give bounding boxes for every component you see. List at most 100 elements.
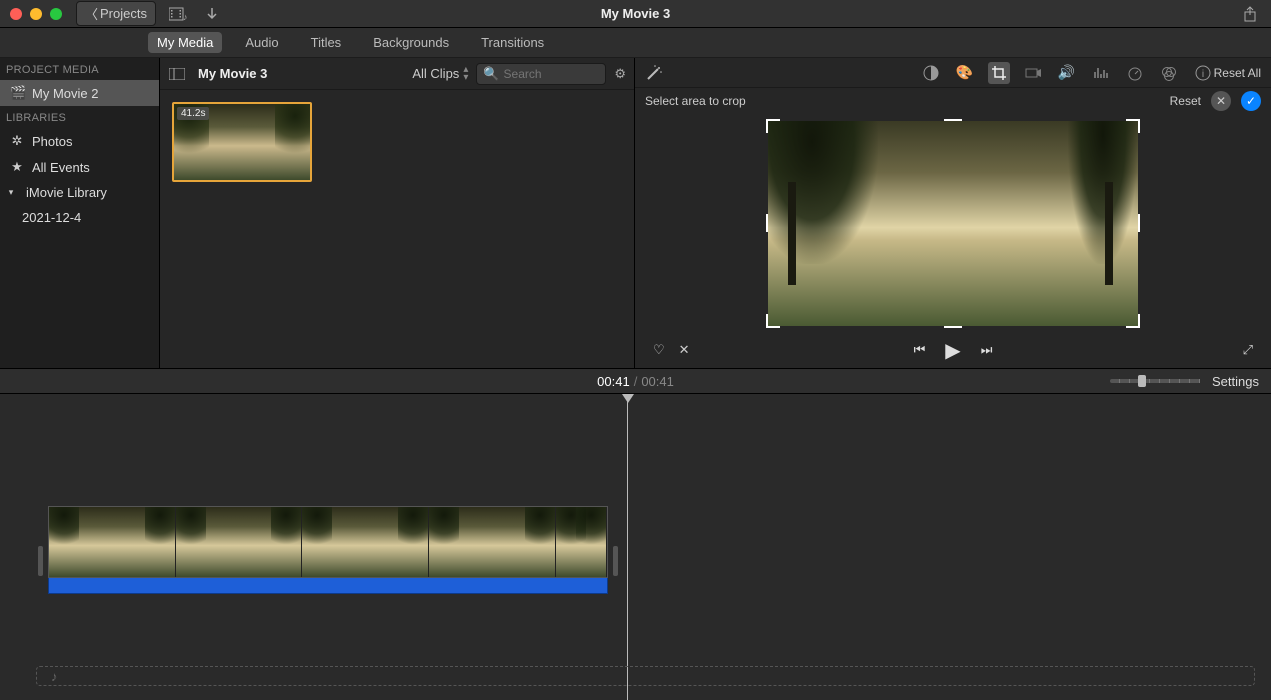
sidebar-header-project-media: PROJECT MEDIA: [0, 58, 159, 80]
browser-settings-button[interactable]: ⚙: [614, 66, 626, 82]
prev-frame-button[interactable]: ⏮: [914, 342, 926, 358]
back-to-projects-button[interactable]: 〈 Projects: [76, 1, 156, 26]
viewer-stage[interactable]: [635, 114, 1271, 332]
crop-handle-bottom[interactable]: [944, 326, 962, 328]
crop-handle-top[interactable]: [944, 119, 962, 121]
clip-thumbnail[interactable]: 41.2s: [172, 102, 312, 182]
sidebar-item-photos[interactable]: ✲ Photos: [0, 128, 159, 154]
total-duration: 00:41: [641, 374, 674, 389]
tab-transitions[interactable]: Transitions: [472, 32, 553, 53]
current-time: 00:41: [597, 374, 630, 389]
reset-all-button[interactable]: Reset All: [1214, 66, 1261, 80]
tab-titles[interactable]: Titles: [302, 32, 351, 53]
chevron-left-icon: 〈: [85, 4, 98, 23]
sidebar-item-label: 2021-12-4: [22, 210, 81, 225]
play-button[interactable]: ▶: [945, 338, 960, 363]
crop-handle-left[interactable]: [766, 214, 768, 232]
adjustment-buttons: 🎨 🔊 i: [920, 62, 1214, 84]
timeline[interactable]: ♪: [0, 394, 1271, 700]
sidebar-item-library[interactable]: ▾ iMovie Library: [0, 180, 159, 205]
title-bar: 〈 Projects ♪ My Movie 3: [0, 0, 1271, 28]
fullscreen-button[interactable]: ⤢: [1243, 342, 1253, 357]
favorite-button[interactable]: ♡: [653, 342, 665, 358]
viewer-panel: 🎨 🔊 i Reset All Select area to crop Rese…: [635, 58, 1271, 368]
filter-label: All Clips: [412, 66, 459, 81]
sidebar-item-event[interactable]: 2021-12-4: [0, 205, 159, 230]
zoom-knob[interactable]: [1138, 375, 1146, 387]
next-frame-button[interactable]: ⏭: [981, 342, 993, 358]
flower-icon: ✲: [10, 133, 24, 149]
apply-crop-button[interactable]: ✓: [1241, 91, 1261, 111]
sidebar-item-label: My Movie 2: [32, 86, 98, 101]
minimize-window-button[interactable]: [30, 8, 42, 20]
library-sidebar: PROJECT MEDIA 🎬 My Movie 2 LIBRARIES ✲ P…: [0, 58, 160, 368]
color-correction-button[interactable]: 🎨: [954, 62, 976, 84]
sidebar-item-label: All Events: [32, 160, 90, 175]
updown-icon: ▴▾: [463, 66, 468, 82]
filters-button[interactable]: [1158, 62, 1180, 84]
tab-audio[interactable]: Audio: [236, 32, 287, 53]
crop-handle-right[interactable]: [1138, 214, 1140, 232]
clip-trim-right[interactable]: [613, 546, 618, 576]
sidebar-header-libraries: LIBRARIES: [0, 106, 159, 128]
preview-frame[interactable]: [768, 121, 1138, 326]
speed-button[interactable]: [1124, 62, 1146, 84]
search-icon: 🔍: [483, 66, 499, 82]
download-arrow-icon[interactable]: [200, 4, 224, 24]
cancel-crop-button[interactable]: ✕: [1211, 91, 1231, 111]
transport-controls: ♡ ✕ ⏮ ▶ ⏭ ⤢: [635, 332, 1271, 368]
clip-audio-band[interactable]: [48, 578, 608, 594]
timeline-zoom-slider[interactable]: [1110, 379, 1200, 383]
browser-title: My Movie 3: [198, 66, 267, 81]
sidebar-item-label: Photos: [32, 134, 72, 149]
back-label: Projects: [100, 6, 147, 21]
search-field[interactable]: 🔍: [476, 63, 606, 85]
media-tabs: My Media Audio Titles Backgrounds Transi…: [0, 28, 1271, 58]
crop-button[interactable]: [988, 62, 1010, 84]
toggle-sidebar-button[interactable]: [168, 65, 186, 83]
info-button[interactable]: i: [1192, 62, 1214, 84]
reject-button[interactable]: ✕: [679, 342, 690, 358]
crop-handle-tl[interactable]: [766, 119, 780, 133]
crop-handle-bl[interactable]: [766, 314, 780, 328]
media-browser: My Movie 3 All Clips ▴▾ 🔍 ⚙ 41.2s: [160, 58, 635, 368]
close-window-button[interactable]: [10, 8, 22, 20]
svg-text:♪: ♪: [183, 12, 187, 21]
audio-track-dropzone[interactable]: ♪: [36, 666, 1255, 686]
timecode-display: 00:41/00:41: [597, 374, 674, 389]
clapper-icon: 🎬: [10, 85, 24, 101]
tab-backgrounds[interactable]: Backgrounds: [364, 32, 458, 53]
sidebar-item-all-events[interactable]: ★ All Events: [0, 154, 159, 180]
tab-my-media[interactable]: My Media: [148, 32, 222, 53]
timeline-settings-button[interactable]: Settings: [1212, 374, 1259, 389]
import-media-button[interactable]: ♪: [166, 4, 190, 24]
browser-toolbar: My Movie 3 All Clips ▴▾ 🔍 ⚙: [160, 58, 634, 90]
browser-grid: 41.2s: [160, 90, 634, 368]
svg-text:i: i: [1202, 69, 1204, 80]
noise-eq-button[interactable]: [1090, 62, 1112, 84]
fullscreen-window-button[interactable]: [50, 8, 62, 20]
crop-handle-br[interactable]: [1126, 314, 1140, 328]
share-button[interactable]: [1243, 6, 1257, 22]
clip-filmstrip[interactable]: [48, 506, 608, 578]
color-balance-button[interactable]: [920, 62, 942, 84]
crop-handle-tr[interactable]: [1126, 119, 1140, 133]
stabilization-button[interactable]: [1022, 62, 1044, 84]
adjustments-toolbar: 🎨 🔊 i Reset All: [635, 58, 1271, 88]
window-controls: [10, 8, 62, 20]
clips-filter-dropdown[interactable]: All Clips ▴▾: [412, 66, 468, 82]
reset-crop-button[interactable]: Reset: [1170, 94, 1201, 108]
video-clip[interactable]: [48, 506, 608, 594]
playhead[interactable]: [627, 394, 628, 700]
star-icon: ★: [10, 159, 24, 175]
window-title: My Movie 3: [601, 6, 670, 21]
search-input[interactable]: [504, 67, 600, 81]
clip-trim-left[interactable]: [38, 546, 43, 576]
sidebar-item-project[interactable]: 🎬 My Movie 2: [0, 80, 159, 106]
chevron-down-icon: ▾: [4, 187, 18, 198]
clip-duration-badge: 41.2s: [177, 107, 209, 120]
enhance-wand-button[interactable]: [645, 64, 663, 82]
volume-button[interactable]: 🔊: [1056, 62, 1078, 84]
crop-instruction-bar: Select area to crop Reset ✕ ✓: [635, 88, 1271, 114]
sidebar-item-label: iMovie Library: [26, 185, 107, 200]
